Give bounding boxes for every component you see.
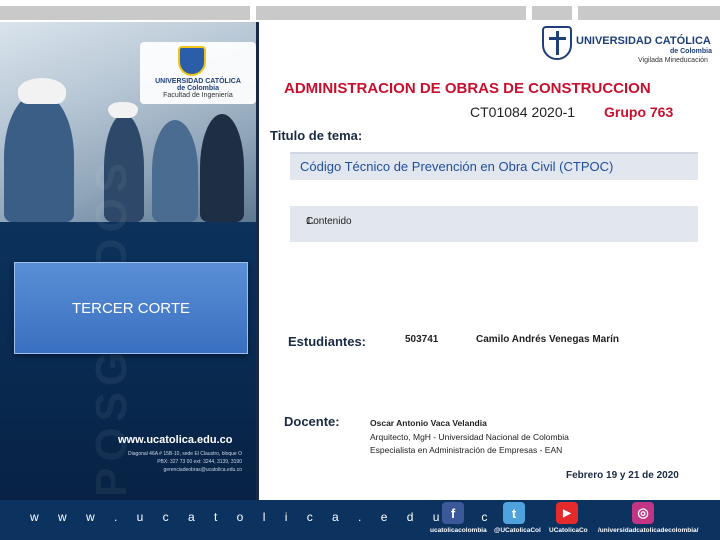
shield-icon [542,26,572,60]
twitter-icon[interactable]: t [503,502,525,524]
left-logo-name: UNIVERSIDAD CATÓLICA [155,78,241,85]
youtube-label[interactable]: UCatolicaCo [549,527,588,534]
panel-divider [256,22,259,500]
top-decorative-strip [0,0,720,22]
strip-segment [578,6,720,20]
hard-hat-icon [18,78,66,104]
left-panel: UNIVERSIDAD CATÓLICA de Colombia Faculta… [0,22,256,500]
footer-bar: w w w . u c a t o l i c a . e d u . c o … [0,500,720,540]
panel-website: www.ucatolica.edu.co [118,434,233,446]
date-text: Febrero 19 y 21 de 2020 [566,470,679,481]
faculty-name: Facultad de Ingeniería [163,92,233,99]
university-sub: de Colombia [670,48,713,55]
address-block: Diagonal 46A # 15B-10, sede El Claustro,… [92,450,242,474]
university-name: UNIVERSIDAD CATÓLICA [576,35,711,47]
strip-segment [532,6,572,20]
twitter-label[interactable]: @UCatolicaCol [494,527,541,534]
content-item: Contenido [306,216,352,227]
vigilada-text: Vigilada Mineducación [638,57,708,64]
content-list-item: 1. Contenido [298,211,352,227]
photo-figure [200,114,244,222]
topic-value: Código Técnico de Prevención en Obra Civ… [300,159,614,174]
left-logo-sub: de Colombia [176,85,219,92]
strip-segment [256,6,526,20]
teacher-credential: Arquitecto, MgH - Universidad Nacional d… [370,432,569,442]
youtube-icon[interactable]: ▶ [556,502,578,524]
facebook-icon[interactable]: f [442,502,464,524]
course-group: Grupo 763 [604,104,674,120]
course-code: CT01084 2020-1 [470,104,576,120]
shield-icon [178,46,206,76]
address-line: Diagonal 46A # 15B-10, sede El Claustro,… [128,451,242,457]
strip-segment [0,6,250,20]
photo-figure [4,92,74,222]
left-logo: UNIVERSIDAD CATÓLICA de Colombia Faculta… [140,42,256,104]
student-name: Camilo Andrés Venegas Marín [476,334,620,345]
topic-label: Titulo de tema: [270,128,363,143]
corte-box: TERCER CORTE [14,262,248,354]
content-box: 1. Contenido [290,206,698,242]
university-logo: UNIVERSIDAD CATÓLICA de Colombia Vigilad… [540,26,712,70]
teacher-label: Docente: [284,414,340,429]
hard-hat-icon [108,102,138,118]
teacher-credential: Especialista en Administración de Empres… [370,445,563,455]
address-line: gerenciadeobras@ucatolica.edu.co [163,467,242,473]
teacher-name: Oscar Antonio Vaca Velandia [370,418,487,428]
instagram-label[interactable]: /universidadcatolicadecolombia/ [598,527,698,534]
instagram-icon[interactable]: ◎ [632,502,654,524]
topic-box: Código Técnico de Prevención en Obra Civ… [290,152,698,180]
address-line: PBX: 327 73 00 ext: 3244, 3139, 3190 [157,459,242,465]
students-label: Estudiantes: [288,334,367,349]
facebook-label[interactable]: ucatolicacolombia [430,527,487,534]
student-id: 503741 [405,334,439,345]
course-title: ADMINISTRACION DE OBRAS DE CONSTRUCCION [284,80,651,97]
corte-label: TERCER CORTE [71,299,191,317]
photo-figure [152,120,198,222]
